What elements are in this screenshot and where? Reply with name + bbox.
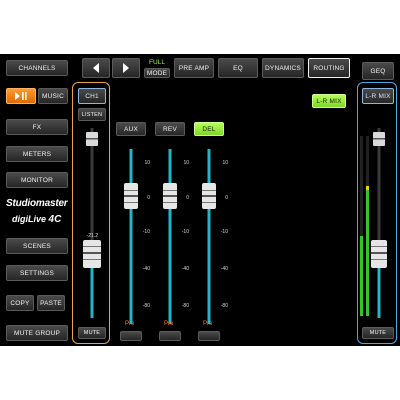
logo-model-b: 4C	[48, 214, 62, 225]
rev-pre-toggle[interactable]	[159, 331, 181, 341]
logo-model-a: digiLive	[12, 214, 47, 224]
channel-fader[interactable]	[78, 128, 106, 320]
channel-fader-value: -21.2	[86, 233, 98, 239]
lr-mix-routing-button[interactable]: L-R MIX	[312, 94, 346, 108]
scale-label: -40	[181, 266, 189, 272]
logo-model: digiLive 4C	[12, 214, 61, 225]
master-mute-button[interactable]: MUTE	[362, 327, 394, 339]
play-pause-icon	[15, 92, 27, 100]
channel-fader-top-handle[interactable]	[86, 132, 98, 146]
scale-label: 0	[225, 195, 228, 201]
master-fader-top-handle[interactable]	[373, 132, 385, 146]
rev-send-fader[interactable]	[161, 149, 179, 329]
copy-button[interactable]: COPY	[6, 295, 34, 311]
del-button[interactable]: DEL	[194, 122, 224, 136]
meters-button[interactable]: METERS	[6, 146, 68, 162]
tab-eq[interactable]: EQ	[218, 58, 258, 78]
mixer-app: CHANNELS MUSIC FX METERS MONITOR Studiom…	[0, 54, 400, 346]
aux-button[interactable]: AUX	[116, 122, 146, 136]
scale-label: -80	[142, 303, 150, 309]
tab-dynamics[interactable]: DYNAMICS	[262, 58, 304, 78]
scale-label: 10	[183, 160, 189, 166]
logo-brand: Studiomaster	[6, 198, 68, 209]
scale-label: -80	[220, 303, 228, 309]
scale-label: 0	[186, 195, 189, 201]
scale-label: 0	[147, 195, 150, 201]
scale-label: -40	[220, 266, 228, 272]
channel-fader-knob[interactable]	[83, 240, 101, 268]
settings-button[interactable]: SETTINGS	[6, 265, 68, 281]
next-button[interactable]	[112, 58, 140, 78]
scale-label: -80	[181, 303, 189, 309]
chevron-right-icon	[123, 63, 129, 73]
aux-fader-track	[129, 149, 133, 324]
scale-label: 10	[144, 160, 150, 166]
tab-routing[interactable]: ROUTING	[308, 58, 350, 78]
channel-mute-button[interactable]: MUTE	[78, 327, 106, 339]
master-fader[interactable]	[358, 128, 396, 320]
channel-name-button[interactable]: CH1	[78, 88, 106, 104]
master-meter	[360, 136, 369, 316]
master-fader-value: -21.2	[372, 242, 384, 248]
del-fader-knob[interactable]	[202, 183, 216, 209]
del-pre-label: Pre	[203, 321, 213, 327]
monitor-button[interactable]: MONITOR	[6, 172, 68, 188]
channels-button[interactable]: CHANNELS	[6, 60, 68, 76]
scenes-button[interactable]: SCENES	[6, 238, 68, 254]
del-fader-track	[207, 149, 211, 324]
del-pre-toggle[interactable]	[198, 331, 220, 341]
aux-fader-knob[interactable]	[124, 183, 138, 209]
scale-label: -10	[142, 229, 150, 235]
prev-button[interactable]	[82, 58, 110, 78]
chevron-left-icon	[93, 63, 99, 73]
rev-button[interactable]: REV	[155, 122, 185, 136]
mute-group-button[interactable]: MUTE GROUP	[6, 325, 68, 341]
listen-button[interactable]: LISTEN	[78, 108, 106, 121]
del-send-fader[interactable]	[200, 149, 218, 329]
mode-button[interactable]: MODE	[144, 68, 170, 78]
play-pause-button[interactable]	[6, 88, 36, 104]
rev-fader-knob[interactable]	[163, 183, 177, 209]
aux-send-fader[interactable]	[122, 149, 140, 329]
tab-pre-amp[interactable]: PRE AMP	[174, 58, 214, 78]
fx-button[interactable]: FX	[6, 119, 68, 135]
scale-label: -40	[142, 266, 150, 272]
paste-button[interactable]: PASTE	[37, 295, 65, 311]
master-name-button[interactable]: L-R MIX	[362, 88, 394, 104]
scale-label: 10	[222, 160, 228, 166]
rev-pre-label: Pre	[164, 321, 174, 327]
geq-button[interactable]: GEQ	[362, 62, 394, 80]
aux-pre-label: Pre	[125, 321, 135, 327]
aux-pre-toggle[interactable]	[120, 331, 142, 341]
music-button[interactable]: MUSIC	[38, 88, 68, 104]
scale-label: -10	[181, 229, 189, 235]
full-mode-indicator: FULL	[149, 59, 165, 66]
scale-label: -10	[220, 229, 228, 235]
rev-fader-track	[168, 149, 172, 324]
